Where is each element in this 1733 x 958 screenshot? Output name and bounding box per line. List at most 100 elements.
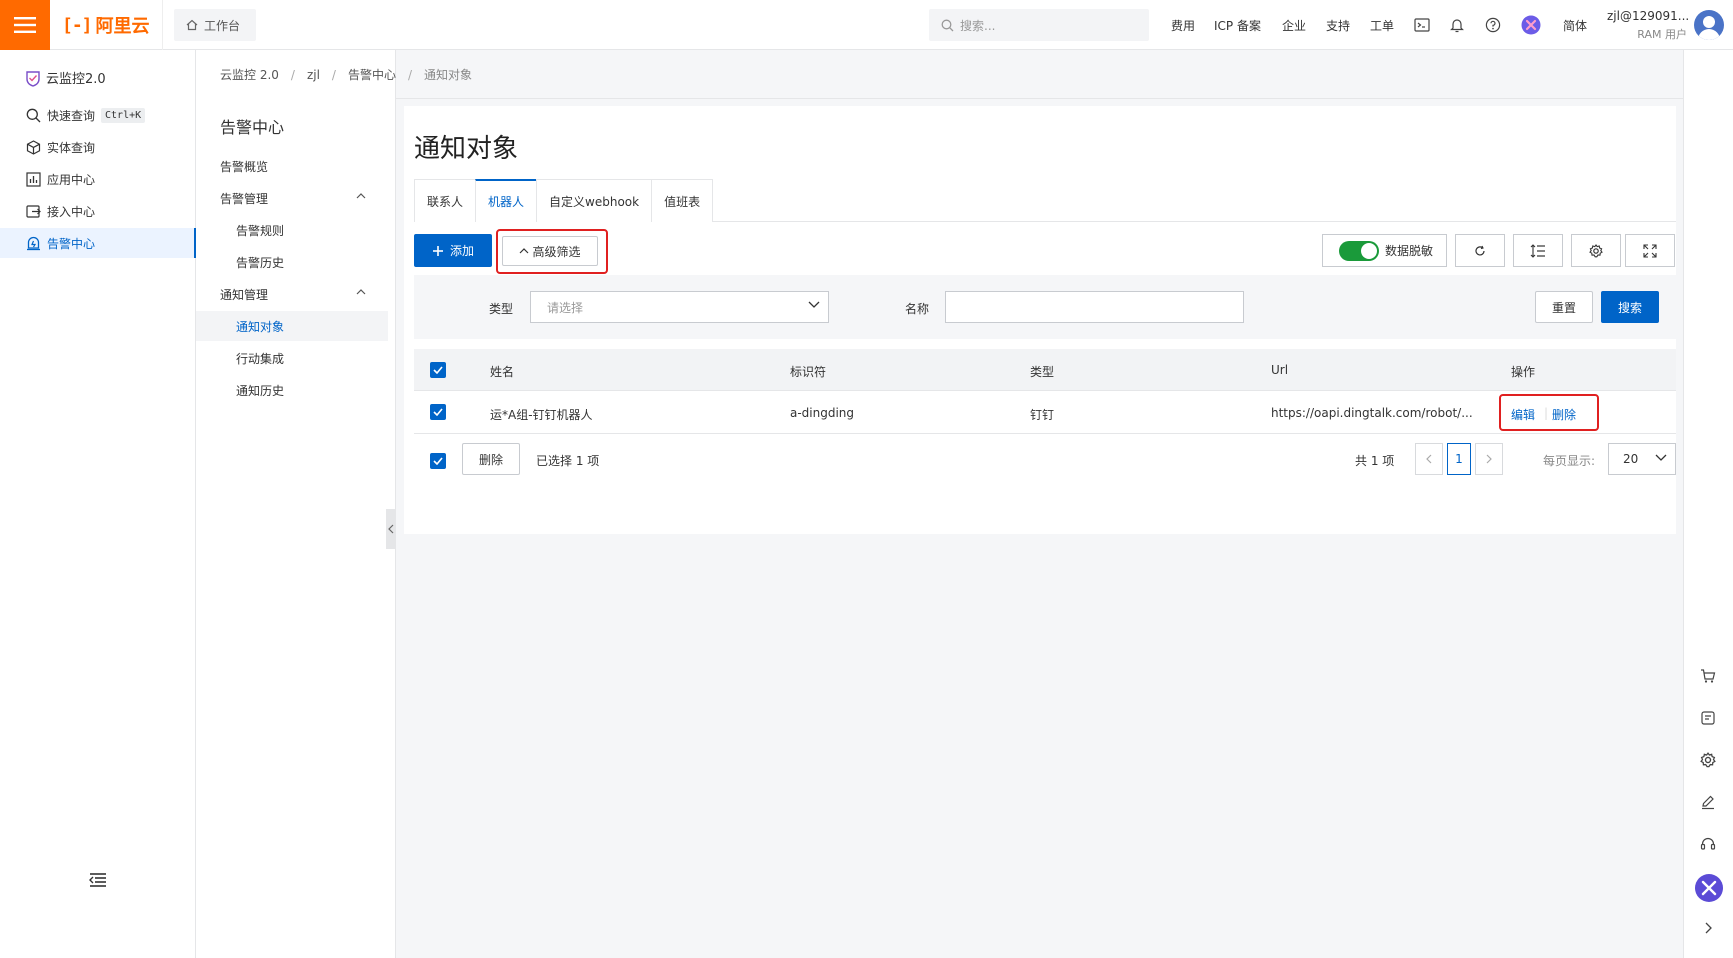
user-avatar-icon — [1698, 16, 1720, 40]
expand-rail-icon[interactable] — [1698, 918, 1718, 938]
language-switch[interactable]: 简体 — [1563, 0, 1587, 50]
line-height-icon — [1530, 243, 1545, 258]
nav-billing[interactable]: 费用 — [1171, 0, 1195, 50]
headset-icon[interactable] — [1698, 834, 1718, 854]
total-count: 共 1 项 — [1355, 454, 1395, 468]
row-density-button[interactable] — [1513, 234, 1563, 267]
page-title: 通知对象 — [414, 134, 519, 164]
menu-icon[interactable] — [0, 0, 50, 50]
cart-icon[interactable] — [1698, 666, 1718, 686]
subnav-item-notify-history[interactable]: 通知历史 — [196, 375, 388, 405]
delete-link[interactable]: 删除 — [1552, 406, 1576, 423]
avatar[interactable] — [1694, 10, 1724, 40]
sidebar-item-alert-center[interactable]: 告警中心 — [0, 228, 196, 258]
breadcrumb-current: 通知对象 — [424, 68, 473, 82]
alert-icon — [27, 236, 40, 250]
product-sidebar: 云监控2.0 快速查询 Ctrl+K 实体查询 应用中心 接入中心 告警中心 — [0, 50, 196, 958]
sidebar-item-label: 快速查询 — [47, 108, 96, 123]
advanced-filter-button[interactable]: 高级筛选 — [502, 236, 598, 266]
select-all-checkbox[interactable] — [430, 362, 446, 378]
nav-icp[interactable]: ICP 备案 — [1214, 0, 1261, 50]
subnav-item-label: 行动集成 — [236, 351, 285, 366]
search-icon — [941, 19, 954, 31]
breadcrumb-separator: / — [290, 67, 295, 82]
subnav-item-notify-targets[interactable]: 通知对象 — [196, 311, 388, 341]
aliyun-logo[interactable]: [-] 阿里云 — [62, 12, 150, 38]
sidebar-item-entity-query[interactable]: 实体查询 — [0, 132, 196, 162]
notice-icon[interactable] — [1698, 708, 1718, 728]
cloud-monitor-icon — [26, 70, 40, 87]
help-icon[interactable] — [1483, 15, 1503, 35]
shortcut-badge: Ctrl+K — [101, 107, 146, 123]
toggle-switch[interactable] — [1339, 240, 1379, 261]
table-settings-button[interactable] — [1571, 234, 1621, 267]
breadcrumb-item[interactable]: zjl — [307, 68, 320, 82]
chart-icon — [26, 171, 41, 187]
row-checkbox[interactable] — [430, 404, 446, 420]
batch-delete-button[interactable]: 删除 — [462, 443, 520, 475]
edit-link[interactable]: 编辑 — [1511, 406, 1535, 423]
ai-assistant-icon[interactable] — [1521, 15, 1541, 35]
tab-custom-webhook[interactable]: 自定义webhook — [536, 179, 653, 222]
footer-select-all-checkbox[interactable] — [430, 453, 446, 469]
cell-identifier: a-dingding — [790, 406, 855, 420]
column-header-type: 类型 — [1030, 365, 1055, 379]
sidebar-item-access-center[interactable]: 接入中心 — [0, 196, 196, 226]
nav-enterprise[interactable]: 企业 — [1282, 0, 1306, 50]
cell-name: 运*A组-钉钉机器人 — [490, 408, 593, 422]
edit-icon[interactable] — [1698, 792, 1718, 812]
breadcrumb-item[interactable]: 云监控 2.0 — [220, 66, 279, 83]
subnav-group-alert-management[interactable]: 告警管理 — [196, 183, 388, 213]
add-button[interactable]: 添加 — [414, 234, 492, 267]
subnav-item-alert-overview[interactable]: 告警概览 — [196, 151, 388, 181]
workbench-button[interactable]: 工作台 — [174, 9, 256, 41]
nav-ticket[interactable]: 工单 — [1370, 0, 1394, 50]
subnav-item-alert-history[interactable]: 告警历史 — [196, 247, 388, 277]
refresh-button[interactable] — [1455, 234, 1505, 267]
page-number[interactable]: 1 — [1447, 443, 1471, 475]
type-select[interactable]: 请选择 — [530, 291, 829, 323]
terminal-icon[interactable] — [1412, 15, 1432, 35]
data-mask-toggle[interactable]: 数据脱敏 — [1322, 234, 1447, 267]
subnav-item-label: 通知管理 — [220, 287, 269, 302]
subnav-item-label: 通知对象 — [236, 319, 285, 334]
breadcrumb-separator: / — [407, 67, 413, 82]
subnav-item-label: 告警概览 — [220, 159, 269, 174]
gear-icon[interactable] — [1698, 750, 1718, 770]
reset-button[interactable]: 重置 — [1535, 291, 1593, 323]
tab-duty-schedule[interactable]: 值班表 — [651, 179, 714, 222]
global-search-input[interactable]: 搜索... — [929, 9, 1149, 41]
name-input[interactable] — [945, 291, 1244, 323]
subnav-item-action-integration[interactable]: 行动集成 — [196, 343, 388, 373]
tab-robots[interactable]: 机器人 — [475, 179, 538, 222]
product-title[interactable]: 云监控2.0 — [24, 68, 106, 87]
page-size-select[interactable]: 20 — [1608, 443, 1676, 475]
search-button[interactable]: 搜索 — [1601, 291, 1659, 323]
prev-page-button[interactable] — [1415, 443, 1443, 475]
breadcrumb: 云监控 2.0 / zjl / 告警中心 / 通知对象 — [220, 66, 472, 83]
add-button-label: 添加 — [449, 244, 474, 258]
sidebar-item-quick-search[interactable]: 快速查询 Ctrl+K — [0, 100, 196, 130]
ai-assistant-icon[interactable] — [1694, 873, 1724, 903]
breadcrumb-item[interactable]: 告警中心 — [348, 66, 396, 83]
subnav-collapse-handle[interactable] — [386, 509, 396, 549]
sidebar-item-label: 告警中心 — [47, 236, 96, 251]
subnav-item-label: 通知历史 — [236, 383, 285, 398]
divider — [396, 98, 1683, 99]
tab-contacts[interactable]: 联系人 — [414, 179, 477, 222]
chevron-up-icon — [356, 193, 366, 199]
name-filter-label: 名称 — [905, 302, 930, 316]
refresh-icon — [1475, 245, 1485, 255]
next-page-button[interactable] — [1475, 443, 1503, 475]
collapse-menu-icon[interactable] — [88, 872, 108, 888]
type-select-placeholder: 请选择 — [547, 300, 584, 315]
fullscreen-button[interactable] — [1625, 234, 1675, 267]
bell-icon[interactable] — [1447, 15, 1467, 35]
sidebar-item-label: 接入中心 — [47, 204, 96, 219]
tab-bar: 联系人 机器人 自定义webhook 值班表 — [414, 179, 1676, 222]
sidebar-item-app-center[interactable]: 应用中心 — [0, 164, 196, 194]
user-info[interactable]: zjl@129091... RAM 用户 — [1607, 9, 1689, 42]
subnav-group-notify-management[interactable]: 通知管理 — [196, 279, 388, 309]
nav-support[interactable]: 支持 — [1326, 0, 1350, 50]
subnav-item-alert-rules[interactable]: 告警规则 — [196, 215, 388, 245]
